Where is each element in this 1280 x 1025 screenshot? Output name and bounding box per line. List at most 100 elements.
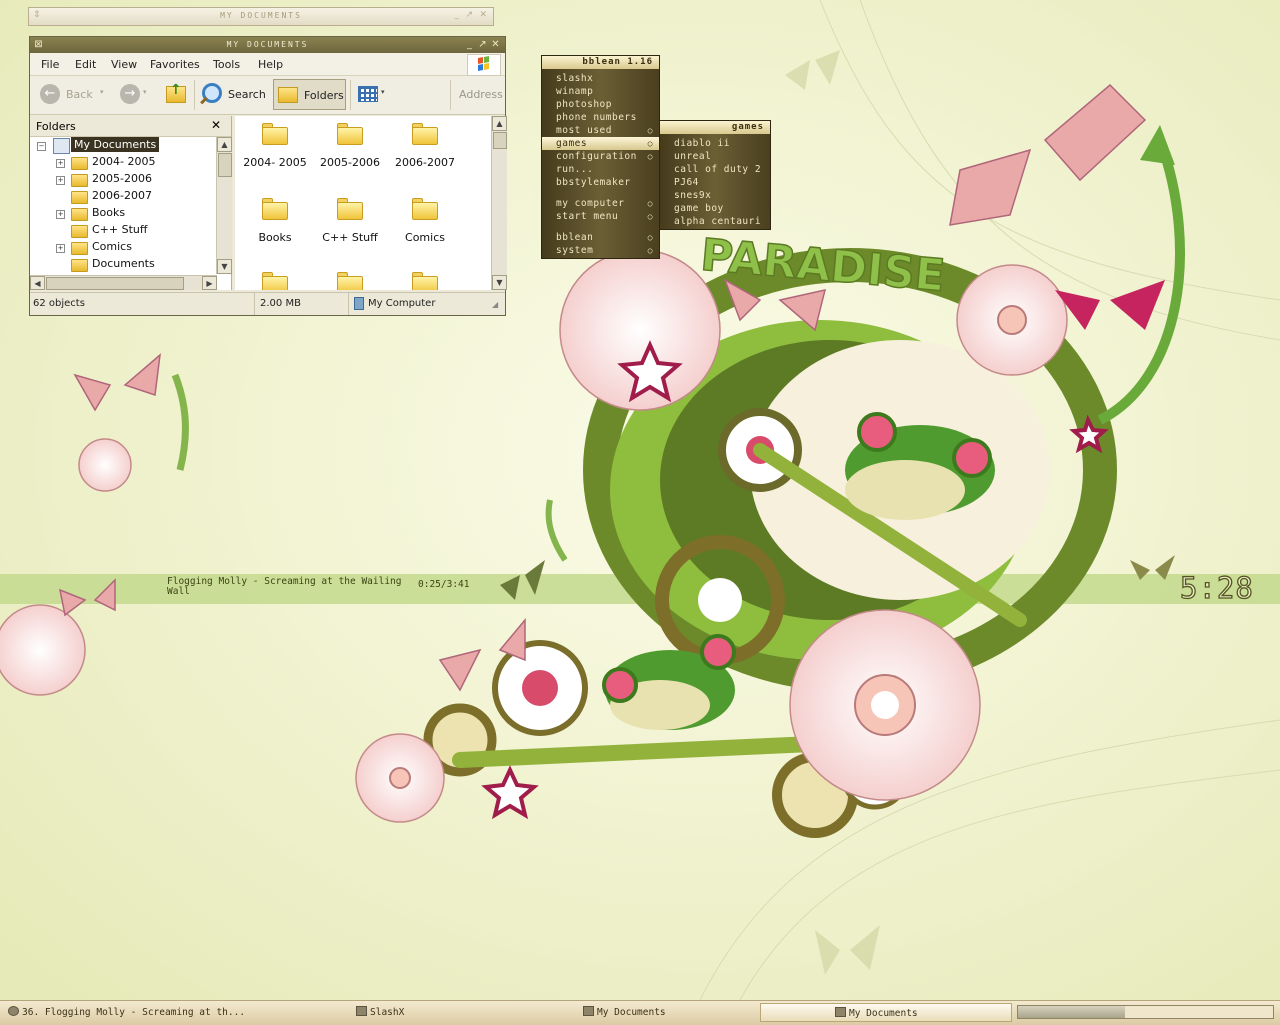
menu-item-phone-numbers[interactable]: phone numbers (542, 111, 659, 124)
menu-view[interactable]: View (111, 58, 137, 71)
tree-item-label: C++ Stuff (92, 223, 148, 236)
expand-icon[interactable]: + (56, 244, 65, 253)
tree-horizontal-scrollbar[interactable]: ◀ ▶ (30, 275, 217, 290)
menu-item-games[interactable]: games ○ (542, 137, 659, 150)
forward-arrow-icon: → (120, 84, 140, 104)
tree-vertical-scrollbar[interactable]: ▲ ▼ (216, 137, 232, 274)
views-button[interactable]: ▾ (356, 84, 390, 106)
menu-item-most-used[interactable]: most used ○ (542, 124, 659, 137)
menu-item-alpha-centauri[interactable]: alpha centauri (660, 215, 770, 228)
bblean-menu-title[interactable]: bblean 1.16 (542, 56, 659, 69)
folder-icon (337, 272, 363, 290)
search-button[interactable]: Search (200, 82, 266, 108)
task-label: 36. Flogging Molly - Screaming at th... (22, 1007, 246, 1018)
toolbar-separator (194, 80, 195, 110)
menu-item-diablo-ii[interactable]: diablo ii (660, 137, 770, 150)
menu-item-game-boy[interactable]: game boy (660, 202, 770, 215)
search-label: Search (228, 88, 266, 101)
scroll-thumb[interactable] (218, 153, 232, 177)
folder-icon (71, 208, 88, 221)
menu-tools[interactable]: Tools (213, 58, 240, 71)
menu-item-configuration[interactable]: configuration ○ (542, 150, 659, 163)
close-icon[interactable]: ✕ (490, 39, 501, 50)
back-button[interactable]: ← Back ▾ (38, 82, 108, 108)
address-label[interactable]: Address (459, 88, 503, 101)
scroll-left-icon[interactable]: ◀ (30, 276, 45, 290)
menu-item-label: system (556, 245, 594, 256)
menu-item-call-of-duty-2[interactable]: call of duty 2 (660, 163, 770, 176)
resize-grip-icon[interactable]: ◢ (492, 300, 498, 309)
slashx-icon (356, 1006, 367, 1016)
scroll-right-icon[interactable]: ▶ (202, 276, 217, 290)
close-icon[interactable]: ✕ (479, 10, 487, 20)
maximize-icon[interactable]: ↗ (477, 39, 488, 50)
expand-icon[interactable]: + (56, 210, 65, 219)
tree-item-label: Comics (92, 240, 132, 253)
folder-icon (583, 1006, 594, 1016)
file-list: 2004- 2005 2005-2006 2006-2007 Books C++… (235, 116, 491, 290)
games-submenu: games diablo ii unreal call of duty 2 PJ… (659, 120, 771, 230)
status-divider (348, 293, 349, 315)
task-slashx[interactable]: SlashX (352, 1003, 502, 1022)
scroll-thumb[interactable] (493, 132, 507, 149)
menu-item-photoshop[interactable]: photoshop (542, 98, 659, 111)
menu-item-label: winamp (556, 86, 594, 97)
folder-icon (71, 157, 88, 170)
menu-item-bbstylemaker[interactable]: bbstylemaker (542, 176, 659, 189)
folder-icon (835, 1007, 846, 1017)
background-window-title: MY DOCUMENTS (220, 11, 302, 20)
menu-item-my-computer[interactable]: my computer ○ (542, 197, 659, 210)
menu-favorites[interactable]: Favorites (150, 58, 200, 71)
task-my-documents-2[interactable]: My Documents (760, 1003, 1012, 1022)
minimize-icon[interactable]: _ (464, 39, 475, 50)
task-my-documents-1[interactable]: My Documents (579, 1003, 754, 1022)
menu-item-run[interactable]: run... (542, 163, 659, 176)
tray-progress-bar (1017, 1005, 1274, 1019)
maximize-icon[interactable]: ↗ (465, 10, 473, 20)
menu-edit[interactable]: Edit (75, 58, 96, 71)
minimize-icon[interactable]: _ (455, 10, 460, 20)
menu-item-unreal[interactable]: unreal (660, 150, 770, 163)
close-pane-icon[interactable]: ✕ (211, 118, 221, 132)
folders-button[interactable]: Folders (273, 79, 346, 110)
windows-logo-icon (467, 54, 501, 76)
task-winamp[interactable]: 36. Flogging Molly - Screaming at th... (4, 1003, 250, 1022)
folders-pane: Folders ✕ − My Documents + 2004- 2005 + … (30, 116, 232, 290)
menu-item-label: bblean (556, 232, 594, 243)
window-menu-icon[interactable]: ⇕ (33, 10, 41, 20)
task-label: My Documents (849, 1008, 918, 1019)
submenu-icon: ○ (647, 139, 653, 148)
file-list-scrollbar[interactable]: ▲ ▼ (491, 116, 507, 290)
up-folder-button[interactable]: ↑ (164, 82, 188, 108)
menu-item-start-menu[interactable]: start menu ○ (542, 210, 659, 223)
folder-icon (262, 123, 288, 145)
scroll-up-icon[interactable]: ▲ (492, 116, 507, 131)
folder-item-label: 2006-2007 (395, 156, 455, 169)
menu-item-system[interactable]: system ○ (542, 244, 659, 257)
submenu-icon: ○ (647, 126, 653, 135)
forward-button[interactable]: → ▾ (118, 82, 148, 108)
scroll-down-icon[interactable]: ▼ (217, 259, 232, 274)
bblean-menu: bblean 1.16 slashx winamp photoshop phon… (541, 55, 660, 259)
scroll-thumb[interactable] (46, 277, 184, 290)
background-window-titlebar[interactable]: MY DOCUMENTS ⇕ _ ↗ ✕ (28, 7, 494, 26)
menu-item-bblean[interactable]: bblean ○ (542, 231, 659, 244)
scroll-up-icon[interactable]: ▲ (217, 137, 232, 152)
explorer-titlebar[interactable]: ⊠ MY DOCUMENTS _ ↗ ✕ (30, 37, 505, 53)
toolbar-separator (350, 80, 351, 110)
submenu-icon: ○ (647, 233, 653, 242)
games-submenu-title[interactable]: games (660, 121, 770, 134)
menu-help[interactable]: Help (258, 58, 283, 71)
scroll-down-icon[interactable]: ▼ (492, 275, 507, 290)
menu-file[interactable]: File (41, 58, 59, 71)
menu-item-slashx[interactable]: slashx (542, 72, 659, 85)
tree-item-label: 2004- 2005 (92, 155, 156, 168)
collapse-icon[interactable]: − (37, 142, 46, 151)
expand-icon[interactable]: + (56, 176, 65, 185)
menu-item-winamp[interactable]: winamp (542, 85, 659, 98)
expand-icon[interactable]: + (56, 159, 65, 168)
menu-item-pj64[interactable]: PJ64 (660, 176, 770, 189)
up-arrow-icon: ↑ (170, 82, 182, 98)
submenu-icon: ○ (647, 152, 653, 161)
menu-item-snes9x[interactable]: snes9x (660, 189, 770, 202)
